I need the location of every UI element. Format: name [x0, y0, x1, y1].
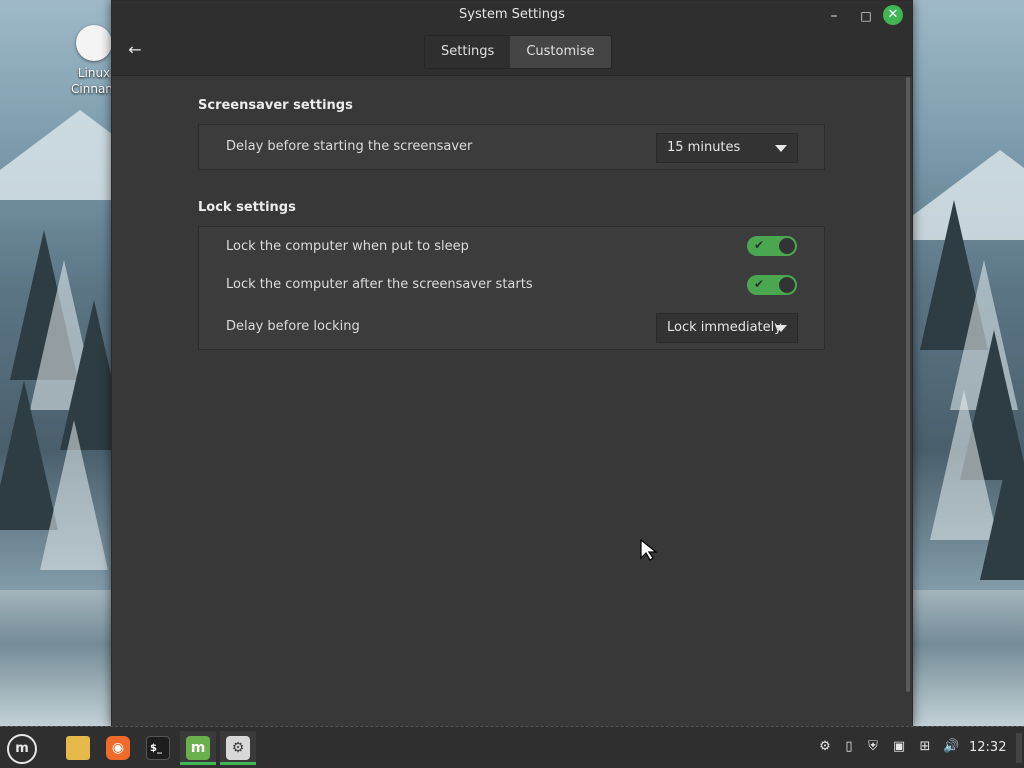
scrollbar[interactable] — [906, 77, 910, 692]
lock-settings-frame: Lock the computer when put to sleep ✔ Lo… — [198, 226, 825, 350]
update-manager-icon[interactable]: ⚙ — [817, 739, 833, 755]
lock-screensaver-label: Lock the computer after the screensaver … — [226, 277, 533, 292]
settings-content: Screensaver settings Delay before starti… — [112, 76, 912, 726]
screensaver-delay-value: 15 minutes — [667, 140, 741, 155]
clipboard-icon[interactable]: ▯ — [841, 739, 857, 755]
toggle-knob — [779, 238, 795, 254]
clock[interactable]: 12:32 — [969, 740, 1006, 755]
toggle-knob — [779, 277, 795, 293]
lock-delay-value: Lock immediately — [667, 320, 782, 335]
screensaver-settings-frame: Delay before starting the screensaver 15… — [198, 124, 825, 170]
taskbar-system-settings[interactable]: ⚙ — [220, 731, 256, 765]
computer-icon — [76, 25, 112, 61]
dropdown-arrow-icon — [775, 145, 787, 152]
lock-delay-row: Delay before locking Lock immediately — [199, 305, 824, 351]
lock-sleep-label: Lock the computer when put to sleep — [226, 239, 469, 254]
check-icon: ✔ — [754, 277, 765, 291]
screensaver-delay-label: Delay before starting the screensaver — [226, 139, 473, 154]
lock-delay-label: Delay before locking — [226, 319, 360, 334]
tab-switcher: Settings Customise — [424, 35, 612, 69]
window-title: System Settings — [459, 7, 565, 22]
mouse-pointer-icon — [640, 538, 658, 561]
network-icon[interactable]: ⊞ — [917, 739, 933, 755]
screensaver-delay-row: Delay before starting the screensaver 15… — [199, 125, 824, 171]
lock-delay-dropdown[interactable]: Lock immediately — [656, 313, 798, 343]
minimize-button[interactable]: – — [825, 7, 843, 25]
screensaver-section-title: Screensaver settings — [198, 98, 353, 113]
dropdown-arrow-icon — [775, 325, 787, 332]
maximize-button[interactable]: □ — [857, 7, 875, 25]
close-button[interactable]: ✕ — [883, 5, 903, 25]
lock-screensaver-toggle[interactable]: ✔ — [747, 275, 797, 295]
show-desktop-button[interactable] — [1016, 733, 1022, 763]
menu-button[interactable]: m — [4, 731, 38, 765]
check-icon: ✔ — [754, 238, 765, 252]
settings-icon: ⚙ — [226, 736, 250, 760]
taskbar-terminal[interactable]: $_ — [140, 731, 176, 765]
volume-icon[interactable]: 🔊 — [943, 739, 959, 755]
folder-icon — [66, 736, 90, 760]
taskbar-files[interactable] — [60, 731, 96, 765]
shield-icon[interactable]: ⛨ — [865, 739, 881, 755]
screensaver-delay-dropdown[interactable]: 15 minutes — [656, 133, 798, 163]
tab-settings[interactable]: Settings — [425, 36, 511, 68]
tab-customise[interactable]: Customise — [510, 36, 611, 68]
taskbar-mintupdate[interactable]: m — [180, 731, 216, 765]
mint-icon: m — [186, 736, 210, 760]
lock-section-title: Lock settings — [198, 200, 296, 215]
notes-icon[interactable]: ▣ — [891, 739, 907, 755]
terminal-icon: $_ — [146, 736, 170, 760]
lock-sleep-row: Lock the computer when put to sleep ✔ — [199, 227, 824, 265]
taskbar: m ◉ $_ m ⚙ ⚙ ▯ ⛨ ▣ ⊞ 🔊 12:32 — [0, 726, 1024, 768]
taskbar-firefox[interactable]: ◉ — [100, 731, 136, 765]
firefox-icon: ◉ — [106, 736, 130, 760]
back-arrow-icon[interactable]: ← — [126, 41, 144, 59]
lock-sleep-toggle[interactable]: ✔ — [747, 236, 797, 256]
system-settings-window: System Settings – □ ✕ ← Settings Customi… — [111, 0, 913, 727]
lock-screensaver-row: Lock the computer after the screensaver … — [199, 265, 824, 305]
mint-menu-icon: m — [7, 734, 37, 764]
titlebar: System Settings – □ ✕ ← Settings Customi… — [112, 1, 912, 76]
